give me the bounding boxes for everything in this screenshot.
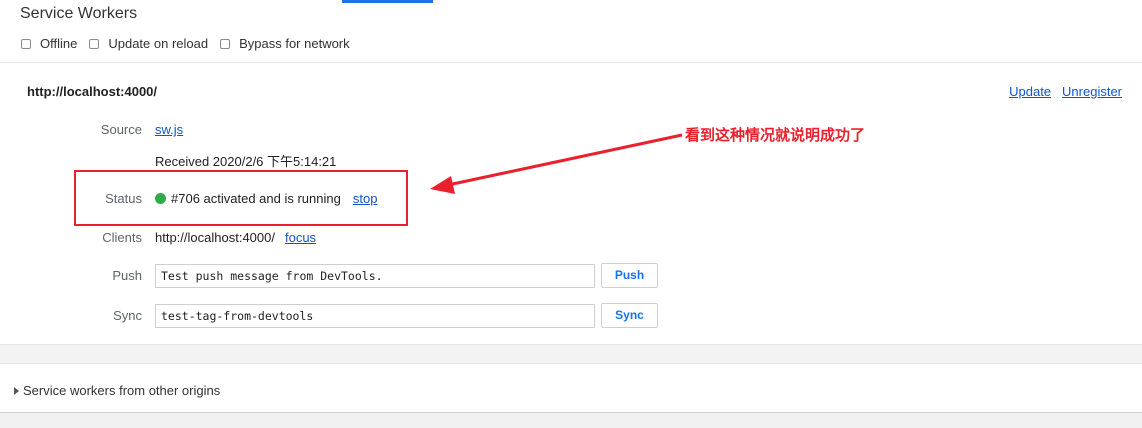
bottom-scroll-area [0, 412, 1142, 428]
options-row: Offline Update on reload Bypass for netw… [21, 36, 362, 51]
clients-url: http://localhost:4000/ [155, 230, 275, 245]
focus-link[interactable]: focus [285, 230, 316, 245]
push-message-input[interactable]: Test push message from DevTools. [155, 264, 595, 288]
bypass-for-network-option[interactable]: Bypass for network [220, 36, 350, 51]
bypass-for-network-label: Bypass for network [239, 36, 350, 51]
unregister-link[interactable]: Unregister [1062, 84, 1122, 99]
received-text: Received 2020/2/6 下午5:14:21 [155, 154, 337, 169]
section-separator [0, 345, 1142, 363]
sync-button[interactable]: Sync [601, 303, 658, 328]
source-value: sw.js [155, 122, 183, 137]
update-on-reload-checkbox[interactable] [89, 38, 100, 49]
source-label: Source [100, 122, 142, 137]
push-button[interactable]: Push [601, 263, 658, 288]
clients-label: Clients [102, 230, 142, 245]
divider [0, 62, 1142, 63]
disclosure-triangle-icon [14, 386, 19, 395]
update-link[interactable]: Update [1009, 84, 1051, 99]
annotation-highlight-box [74, 170, 408, 226]
update-on-reload-label: Update on reload [108, 36, 209, 51]
sync-label: Sync [113, 308, 142, 323]
offline-label: Offline [40, 36, 78, 51]
update-on-reload-option[interactable]: Update on reload [89, 36, 208, 51]
bypass-for-network-checkbox[interactable] [220, 38, 231, 49]
offline-checkbox[interactable] [21, 38, 31, 49]
active-tab-indicator [342, 0, 433, 3]
other-origins-toggle[interactable]: Service workers from other origins [14, 383, 220, 398]
source-link[interactable]: sw.js [155, 122, 183, 137]
other-origins-label: Service workers from other origins [23, 383, 221, 398]
clients-value: http://localhost:4000/ focus [155, 230, 316, 245]
annotation-text: 看到这种情况就说明成功了 [685, 127, 866, 144]
offline-option[interactable]: Offline [21, 36, 77, 51]
sync-tag-input[interactable]: test-tag-from-devtools [155, 304, 595, 328]
divider [0, 363, 1142, 364]
worker-scope-url: http://localhost:4000/ [27, 84, 158, 99]
worker-actions: Update Unregister [998, 84, 1122, 99]
push-label: Push [112, 268, 142, 283]
section-title: Service Workers [20, 5, 138, 22]
